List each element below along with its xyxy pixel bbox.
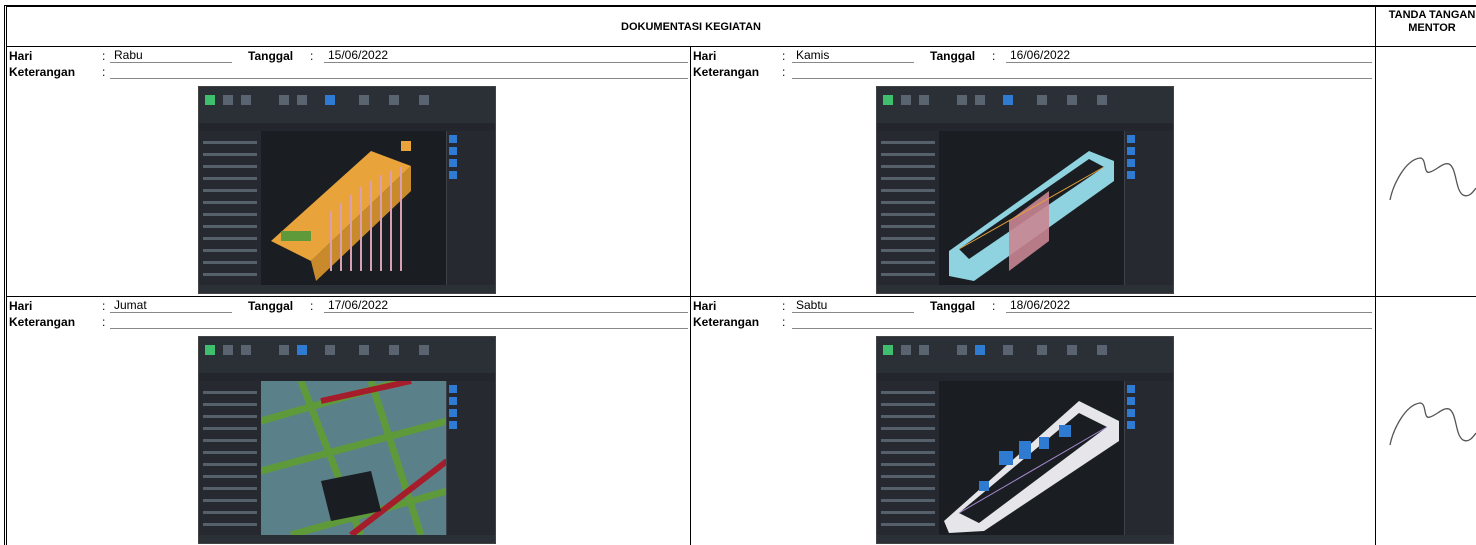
hari-value: Rabu [110, 49, 232, 63]
model-viewport [260, 377, 449, 539]
tanggal-value: 15/06/2022 [324, 49, 688, 63]
header-title: DOKUMENTASI KEGIATAN [7, 7, 1375, 47]
keterangan-value [792, 315, 1372, 329]
colon: : [310, 299, 314, 313]
app-right-panel [446, 131, 495, 285]
app-ribbon [877, 87, 1173, 124]
tanggal-value: 17/06/2022 [324, 299, 688, 313]
tanggal-label: Tanggal [930, 299, 976, 313]
signature-column-header: TANDA TANGAN MENTOR [1377, 9, 1476, 35]
tanggal-label: Tanggal [248, 299, 294, 313]
hari-label: Hari [693, 49, 717, 63]
colon: : [102, 65, 106, 79]
colon: : [102, 299, 106, 313]
tanggal-label: Tanggal [930, 49, 976, 63]
3d-model-orange [271, 141, 411, 281]
3d-model-hull [944, 401, 1119, 533]
app-status-bar [199, 535, 495, 543]
hari-label: Hari [9, 49, 33, 63]
3d-model-cyan [949, 151, 1114, 281]
signature-title-line2: MENTOR [1408, 22, 1456, 34]
app-right-panel [446, 381, 495, 535]
keterangan-value [792, 65, 1372, 79]
keterangan-value [110, 65, 688, 79]
colon: : [102, 315, 106, 329]
colon: : [782, 315, 786, 329]
app-left-panel [199, 131, 262, 285]
app-status-bar [877, 535, 1173, 543]
model-viewport [939, 381, 1125, 535]
app-status-bar [199, 285, 495, 293]
colon: : [782, 65, 786, 79]
mentor-signature-2 [1389, 402, 1476, 446]
colon: : [782, 299, 786, 313]
hari-label: Hari [693, 299, 717, 313]
app-right-panel [1124, 131, 1173, 285]
app-left-panel [199, 381, 262, 535]
app-ribbon [877, 337, 1173, 374]
keterangan-label: Keterangan [693, 315, 760, 329]
keterangan-label: Keterangan [693, 65, 760, 79]
model-viewport [939, 131, 1125, 285]
signature-title-line1: TANDA TANGAN [1388, 9, 1476, 21]
row-divider [7, 296, 1476, 297]
screenshot-sabtu [876, 336, 1174, 544]
colon: : [310, 49, 314, 63]
keterangan-label: Keterangan [9, 315, 76, 329]
app-ribbon [199, 337, 495, 374]
screenshot-rabu [198, 86, 496, 294]
model-viewport [261, 131, 447, 285]
hari-value: Jumat [110, 299, 232, 313]
3d-model-green-red [260, 377, 449, 539]
app-status-bar [877, 285, 1173, 293]
colon: : [782, 49, 786, 63]
app-left-panel [877, 381, 940, 535]
column-divider-signature [1375, 5, 1376, 545]
colon: : [992, 299, 996, 313]
hari-label: Hari [9, 299, 33, 313]
tanggal-value: 16/06/2022 [1006, 49, 1372, 63]
mentor-signature-1 [1389, 157, 1476, 201]
tanggal-value: 18/06/2022 [1006, 299, 1372, 313]
hari-value: Sabtu [792, 299, 914, 313]
screenshot-jumat [198, 336, 496, 544]
app-ribbon [199, 87, 495, 124]
tanggal-label: Tanggal [248, 49, 294, 63]
colon: : [102, 49, 106, 63]
keterangan-value [110, 315, 688, 329]
colon: : [992, 49, 996, 63]
header-bottom-border [7, 46, 1476, 47]
app-left-panel [877, 131, 940, 285]
screenshot-kamis [876, 86, 1174, 294]
keterangan-label: Keterangan [9, 65, 76, 79]
app-right-panel [1124, 381, 1173, 535]
hari-value: Kamis [792, 49, 914, 63]
